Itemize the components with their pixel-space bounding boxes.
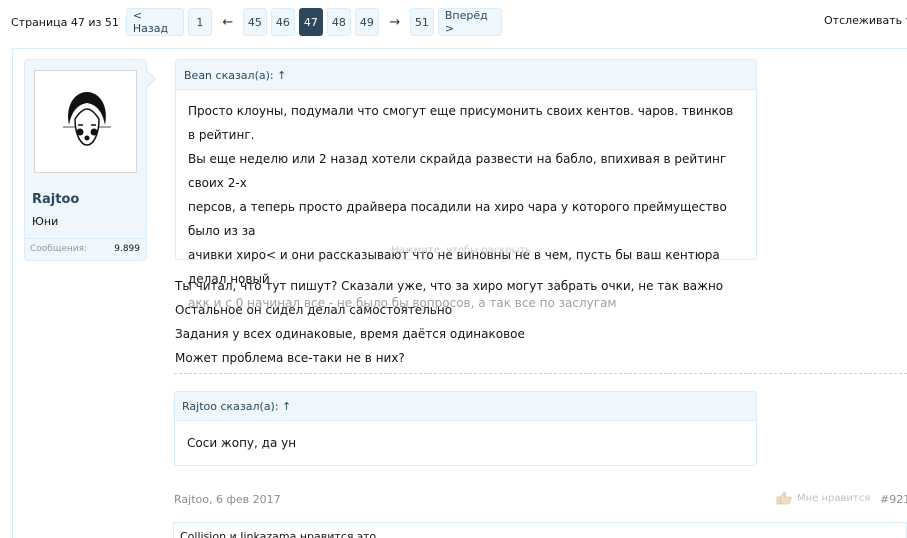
page-link-45[interactable]: 45 xyxy=(242,8,267,36)
avatar[interactable] xyxy=(34,70,137,173)
body-line: Ты читал, что тут пишут? Сказали уже, чт… xyxy=(175,279,724,293)
thumbs-up-icon xyxy=(776,491,792,505)
like-label: Мне нравится xyxy=(797,492,871,504)
page-navigation: Страница 47 из 51 < Назад 1 ← 45 46 47 4… xyxy=(11,7,506,37)
post-author-date[interactable]: Rajtoo, 6 фев 2017 xyxy=(174,493,281,506)
page-link-1[interactable]: 1 xyxy=(187,8,212,36)
body-line: Задания у всех одинаковые, время даётся … xyxy=(175,327,525,341)
quote-block-2: Rajtoo сказал(а): ↑ Соси жопу, да ун xyxy=(174,391,757,466)
page-counter: Страница 47 из 51 xyxy=(11,15,119,29)
quote-line: Просто клоуны, подумали что смогут еще п… xyxy=(188,104,734,142)
quote-line: Вы еще неделю или 2 назад хотели скрайда… xyxy=(188,152,727,190)
quote-attribution[interactable]: Bean сказал(а): ↑ xyxy=(176,60,756,90)
post-number-link[interactable]: #921 xyxy=(880,493,907,506)
divider xyxy=(174,373,907,374)
body-line: Может проблема все-таки не в них? xyxy=(175,351,405,365)
prev-page-button[interactable]: < Назад xyxy=(125,8,184,36)
page-link-51[interactable]: 51 xyxy=(409,8,434,36)
like-button[interactable]: Мне нравится xyxy=(776,491,870,505)
messages-label: Сообщения: xyxy=(30,244,88,254)
body-line: Остальное он сидел делал самостоятельно xyxy=(175,303,453,317)
arrow-pointer-inner xyxy=(146,71,154,87)
right-arrow-icon: → xyxy=(389,14,401,30)
page-link-49[interactable]: 49 xyxy=(354,8,379,36)
likes-summary: Collision и Jinkazama нравится это. xyxy=(173,522,907,538)
message-body: Ты читал, что тут пишут? Сказали уже, чт… xyxy=(175,274,723,370)
next-page-button[interactable]: Вперёд > xyxy=(437,8,502,36)
watch-thread-link[interactable]: Отслеживать тем xyxy=(824,14,907,27)
page-link-46[interactable]: 46 xyxy=(270,8,295,36)
page-link-48[interactable]: 48 xyxy=(326,8,351,36)
avatar-icon xyxy=(63,92,111,146)
user-stats: Сообщения: 9.899 xyxy=(25,238,146,254)
current-page[interactable]: 47 xyxy=(298,8,323,36)
quote-block: Bean сказал(а): ↑ Просто клоуны, подумал… xyxy=(175,59,757,310)
user-info-block: Rajtoo Юни Сообщения: 9.899 xyxy=(24,59,156,261)
left-arrow-icon: ← xyxy=(222,14,234,30)
user-title: Юни xyxy=(32,215,59,228)
quote-attribution-2[interactable]: Rajtoo сказал(а): ↑ xyxy=(175,392,756,421)
expand-quote-link[interactable]: Нажмите, чтобы раскрыть... xyxy=(176,245,756,256)
messages-count[interactable]: 9.899 xyxy=(114,244,140,254)
username[interactable]: Rajtoo xyxy=(32,192,79,207)
quote-content-2: Соси жопу, да ун xyxy=(187,436,297,450)
quote-line: персов, а теперь просто драйвера посадил… xyxy=(188,200,727,238)
